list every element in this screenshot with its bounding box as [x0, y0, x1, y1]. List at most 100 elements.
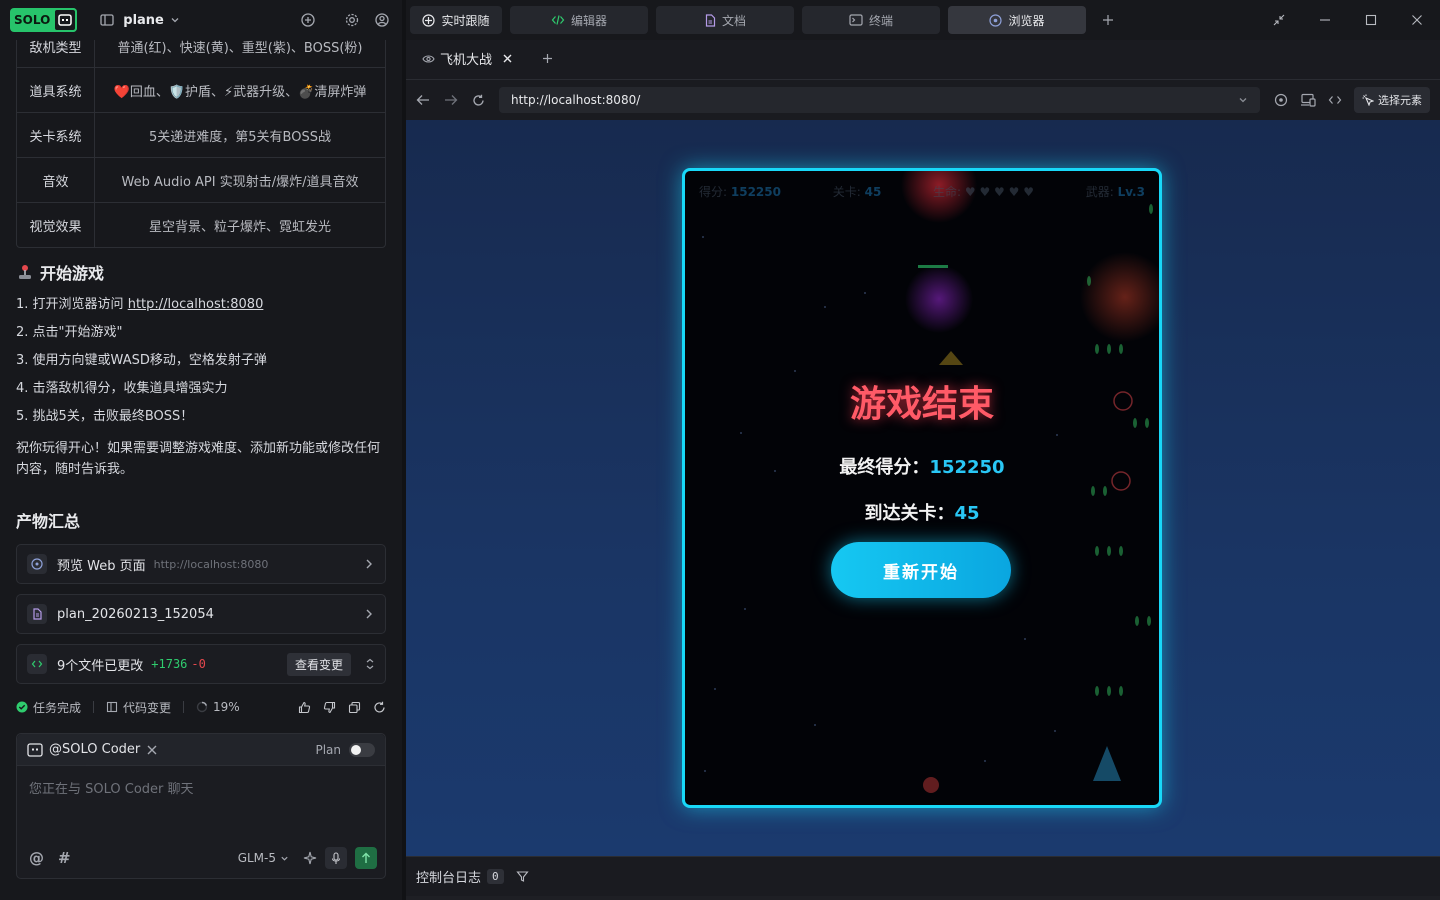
step-text: 点击"开始游戏"	[32, 325, 123, 340]
close-icon[interactable]	[503, 54, 512, 63]
list-item: 1. 打开浏览器访问 http://localhost:8080	[16, 295, 388, 323]
browser-tab-game[interactable]: 飞机大战	[414, 40, 520, 80]
account-icon[interactable]	[372, 10, 392, 30]
solo-logo[interactable]: SOLO	[10, 8, 78, 32]
card-title: plan_20260213_152054	[57, 606, 214, 622]
collapse-icon[interactable]	[1256, 0, 1302, 40]
select-element-button[interactable]: 选择元素	[1354, 87, 1430, 113]
send-button[interactable]	[355, 847, 377, 869]
devices-icon[interactable]	[1300, 93, 1316, 107]
lines-added: +1736	[151, 657, 188, 671]
mention-button[interactable]: @	[29, 849, 44, 867]
code-view-icon[interactable]	[1328, 94, 1342, 106]
arrow-up-icon	[362, 852, 370, 863]
tab-live-follow[interactable]: 实时跟随	[410, 6, 502, 34]
tab-editor[interactable]: 编辑器	[510, 6, 648, 34]
chat-input[interactable]: 您正在与 SOLO Coder 聊天	[29, 778, 194, 797]
list-item: 5. 挑战5关，击败最终BOSS！	[16, 407, 388, 435]
table-value: ❤️回血、🛡️护盾、⚡武器升级、💣清屏炸弹	[113, 84, 367, 100]
agent-name: @SOLO Coder	[49, 742, 141, 757]
table-value: 5关递进难度，第5关有BOSS战	[149, 129, 331, 145]
tab-label: 编辑器	[570, 13, 607, 28]
close-icon[interactable]	[1394, 0, 1440, 40]
minimize-icon[interactable]	[1302, 0, 1348, 40]
file-changes-card[interactable]: 9个文件已更改 +1736 -0 查看变更	[16, 644, 386, 684]
hud-value: 152250	[730, 185, 781, 199]
game-scene	[702, 171, 1159, 793]
table-value: Web Audio API 实现射击/爆炸/道具音效	[121, 174, 359, 190]
window-controls	[1256, 0, 1440, 40]
gear-icon[interactable]	[342, 10, 362, 30]
compass-icon[interactable]	[1274, 93, 1288, 107]
model-selector[interactable]: GLM-5	[238, 851, 289, 865]
console-label[interactable]: 控制台日志	[416, 867, 481, 886]
document-icon	[705, 13, 716, 27]
table-key: 视觉效果	[17, 203, 95, 247]
code-changes-link[interactable]: 代码变更	[106, 699, 171, 716]
tab-browser[interactable]: 浏览器	[948, 6, 1086, 34]
microphone-icon	[331, 851, 341, 864]
refresh-icon[interactable]	[373, 701, 386, 714]
filter-icon[interactable]	[515, 870, 529, 883]
hud-label: 生命:	[933, 185, 962, 199]
back-arrow-icon[interactable]	[416, 94, 430, 107]
artifacts-heading: 产物汇总	[16, 512, 81, 531]
model-name: GLM-5	[237, 851, 276, 865]
restart-button[interactable]: 重新开始	[831, 542, 1011, 598]
level-reached-label: 到达关卡：	[864, 503, 955, 524]
expand-toggle-icon[interactable]	[365, 658, 375, 670]
chevron-down-icon	[281, 856, 288, 861]
sidebar-toggle-icon[interactable]	[97, 10, 117, 30]
hud-label: 得分:	[699, 185, 728, 199]
hud-lives: 生命: ♥ ♥ ♥ ♥ ♥	[933, 183, 1034, 200]
copy-icon[interactable]	[348, 701, 361, 714]
level-reached: 到达关卡：45	[685, 499, 1159, 525]
terminal-icon	[849, 14, 863, 26]
sparkle-icon[interactable]	[303, 851, 317, 865]
localhost-link[interactable]: http://localhost:8080	[128, 297, 264, 312]
plan-label: Plan	[315, 742, 341, 757]
hud-label: 关卡:	[832, 185, 861, 199]
chevron-down-icon	[171, 18, 179, 23]
compass-icon	[989, 13, 1003, 27]
level-reached-value: 45	[954, 503, 980, 524]
tab-docs[interactable]: 文档	[656, 6, 794, 34]
maximize-icon[interactable]	[1348, 0, 1394, 40]
microphone-button[interactable]	[325, 847, 347, 869]
project-selector[interactable]: plane	[123, 13, 180, 28]
joystick-icon	[19, 265, 31, 279]
context-button[interactable]: #	[58, 849, 71, 867]
add-tab-button[interactable]	[1094, 6, 1122, 34]
plan-file-card[interactable]: plan_20260213_152054	[16, 594, 386, 634]
workspace-panel: 实时跟随 编辑器 文档 终端 浏览器 飞机大战 http://localhost…	[406, 0, 1440, 900]
thumbs-down-icon[interactable]	[323, 701, 336, 714]
game-hud: 得分: 152250 关卡: 45 生命: ♥ ♥ ♥ ♥ ♥ 武器: Lv.3	[699, 183, 1145, 200]
table-row: 道具系统 ❤️回血、🛡️护盾、⚡武器升级、💣清屏炸弹	[17, 67, 385, 112]
address-bar: http://localhost:8080/ 选择元素	[406, 80, 1440, 120]
robot-icon	[27, 742, 43, 757]
forward-arrow-icon[interactable]	[444, 94, 458, 107]
list-item: 3. 使用方向键或WASD移动，空格发射子弹	[16, 351, 388, 379]
url-input[interactable]: http://localhost:8080/	[499, 87, 1260, 113]
solo-robot-icon	[53, 8, 78, 32]
browser-viewport: 得分: 152250 关卡: 45 生命: ♥ ♥ ♥ ♥ ♥ 武器: Lv.3…	[406, 120, 1440, 856]
new-browser-tab-button[interactable]	[534, 40, 561, 80]
new-chat-icon[interactable]	[298, 10, 318, 30]
step-num: 5.	[16, 409, 29, 424]
thumbs-up-icon[interactable]	[298, 701, 311, 714]
list-item: 2. 点击"开始游戏"	[16, 323, 388, 351]
chevron-down-icon[interactable]	[1238, 95, 1248, 105]
check-circle-icon	[16, 701, 28, 713]
table-row: 音效 Web Audio API 实现射击/爆炸/道具音效	[17, 157, 385, 202]
preview-web-card[interactable]: 预览 Web 页面 http://localhost:8080	[16, 544, 386, 584]
logo-text: SOLO	[14, 13, 51, 27]
plan-mode: Plan	[315, 742, 375, 757]
plus-icon	[1103, 15, 1113, 25]
game-canvas[interactable]: 得分: 152250 关卡: 45 生命: ♥ ♥ ♥ ♥ ♥ 武器: Lv.3…	[682, 168, 1162, 808]
reload-icon[interactable]	[472, 94, 485, 107]
diff-icon	[106, 701, 118, 713]
chat-footer: @ # GLM-5	[29, 846, 377, 870]
plan-toggle[interactable]	[349, 742, 375, 757]
tab-terminal[interactable]: 终端	[802, 6, 940, 34]
view-changes-button[interactable]: 查看变更	[286, 652, 351, 676]
